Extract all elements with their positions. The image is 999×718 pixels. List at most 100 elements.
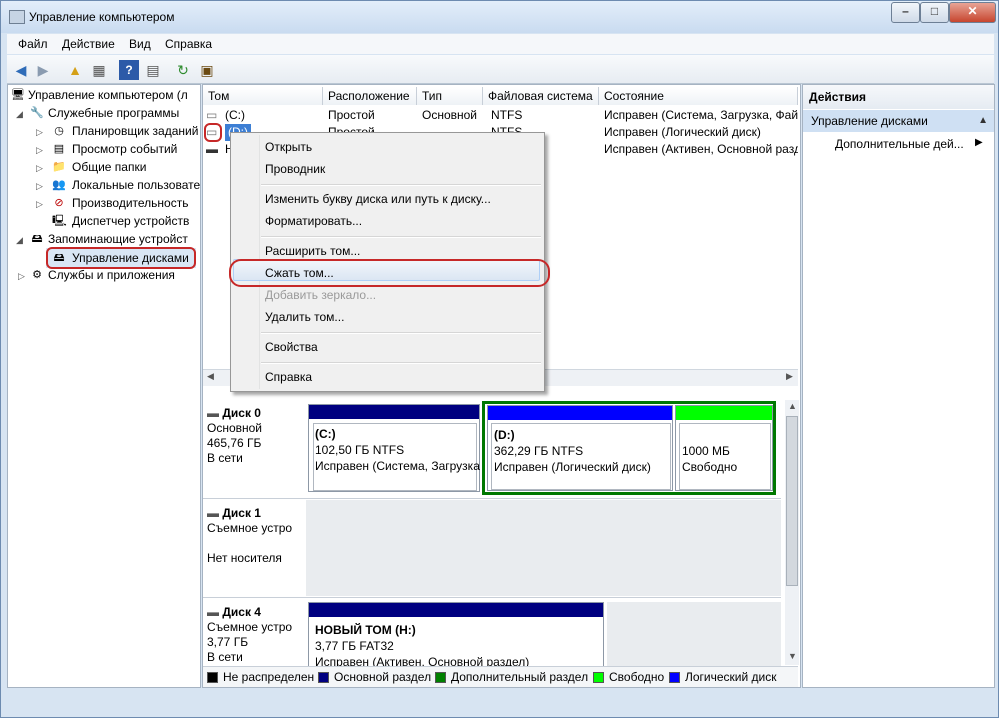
collapse-arrow-icon[interactable]: ▷: [36, 163, 43, 174]
logical-disk-bar: [488, 406, 672, 420]
partition-h[interactable]: НОВЫЙ ТОМ (H:) 3,77 ГБ FAT32 Исправен (А…: [308, 602, 604, 674]
menu-item-help[interactable]: Справка: [265, 370, 312, 384]
partition-c-status: Исправен (Система, Загрузка: [315, 459, 480, 473]
more-actions[interactable]: Дополнительные дей... ▶: [835, 137, 983, 151]
partition-d-name: (D:): [494, 428, 515, 442]
column-header-type[interactable]: Тип: [417, 87, 483, 105]
expand-arrow-icon[interactable]: ◢: [16, 109, 23, 120]
title-bar: Управление компьютером – □ ✕: [1, 1, 998, 33]
disk-0-label[interactable]: ▬ Диск 0 Основной 465,76 ГБ В сети: [207, 406, 302, 466]
users-icon: 👥: [52, 179, 66, 191]
legend-primary: Основной раздел: [318, 670, 431, 684]
disk-4-label[interactable]: ▬ Диск 4 Съемное устро 3,77 ГБ В сети: [207, 605, 302, 665]
navigation-tree: 🖥 Управление компьютером (л ◢ 🔧 Служебны…: [7, 84, 201, 688]
free-space[interactable]: 1000 МБ Свободно: [675, 405, 773, 491]
legend-free: Свободно: [593, 670, 664, 684]
menu-item-properties[interactable]: Свойства: [265, 340, 318, 354]
tree-storage[interactable]: Запоминающие устройст: [48, 231, 188, 247]
menu-item-open[interactable]: Открыть: [265, 140, 312, 154]
tree-performance[interactable]: Производительность: [72, 195, 188, 211]
primary-partition-bar: [309, 405, 479, 419]
partition-c-size: 102,50 ГБ NTFS: [315, 443, 405, 457]
minimize-button[interactable]: –: [891, 2, 920, 23]
forward-icon[interactable]: ▶: [33, 60, 53, 80]
menu-action[interactable]: Действие: [62, 37, 115, 51]
menu-file[interactable]: Файл: [18, 37, 48, 51]
show-hide-tree-icon[interactable]: ▦: [89, 60, 109, 80]
help-icon[interactable]: ?: [119, 60, 139, 80]
collapse-arrow-icon[interactable]: ▷: [36, 181, 43, 192]
tree-system-tools[interactable]: Служебные программы: [48, 105, 179, 121]
collapse-icon[interactable]: ▲: [978, 110, 988, 132]
export-icon[interactable]: ▣: [197, 60, 217, 80]
column-header-status[interactable]: Состояние: [599, 87, 798, 105]
column-header-filesystem[interactable]: Файловая система: [483, 87, 599, 105]
partition-c[interactable]: (C:) 102,50 ГБ NTFS Исправен (Система, З…: [308, 404, 480, 492]
menu-view[interactable]: Вид: [129, 37, 151, 51]
scroll-right-icon[interactable]: ▶: [786, 371, 793, 382]
maximize-button[interactable]: □: [920, 2, 949, 23]
tree-task-scheduler[interactable]: Планировщик заданий: [72, 123, 198, 139]
disk-0-status: В сети: [207, 451, 243, 465]
legend-swatch: [593, 672, 604, 683]
menu-separator: [261, 236, 541, 238]
tree-event-viewer[interactable]: Просмотр событий: [72, 141, 177, 157]
volume-status: Исправен (Система, Загрузка, Фай...: [604, 108, 798, 122]
menu-help[interactable]: Справка: [165, 37, 212, 51]
free-space-size: 1000 МБ: [682, 444, 730, 458]
toolbar: ◀ ▶ ▲ ▦ ? ▤ ↻ ▣: [7, 55, 994, 84]
storage-icon: 🖴: [31, 233, 43, 245]
computer-management-icon: [9, 10, 25, 24]
tree-root[interactable]: Управление компьютером (л: [28, 87, 188, 103]
menu-item-change-letter[interactable]: Изменить букву диска или путь к диску...: [265, 192, 491, 206]
actions-section-label: Управление дисками: [811, 114, 928, 128]
column-header-layout[interactable]: Расположение: [323, 87, 417, 105]
scroll-up-icon[interactable]: ▲: [788, 401, 797, 411]
free-space-status: Свободно: [682, 460, 738, 474]
legend-logical: Логический диск: [669, 670, 777, 684]
collapse-arrow-icon[interactable]: ▷: [36, 145, 43, 156]
close-button[interactable]: ✕: [949, 2, 996, 23]
column-header-volume[interactable]: Том: [203, 87, 323, 105]
actions-section[interactable]: Управление дисками ▲: [803, 110, 994, 132]
menu-item-explorer[interactable]: Проводник: [265, 162, 325, 176]
tree-services-apps[interactable]: Службы и приложения: [48, 267, 175, 283]
tree-local-users[interactable]: Локальные пользовате: [72, 177, 200, 193]
scroll-down-icon[interactable]: ▼: [788, 651, 797, 661]
volume-name: (C:): [225, 108, 245, 122]
menu-item-delete[interactable]: Удалить том...: [265, 310, 344, 324]
refresh-icon[interactable]: ↻: [173, 60, 193, 80]
disk-1-empty-area: [306, 500, 781, 596]
partition-d[interactable]: (D:) 362,29 ГБ NTFS Исправен (Логический…: [487, 405, 673, 491]
up-folder-icon[interactable]: ▲: [65, 60, 85, 80]
collapse-arrow-icon[interactable]: ▷: [36, 199, 43, 210]
menu-item-format[interactable]: Форматировать...: [265, 214, 362, 228]
disk-graph-view: ▬ Диск 0 Основной 465,76 ГБ В сети (C:) …: [203, 400, 781, 674]
back-icon[interactable]: ◀: [11, 60, 31, 80]
menu-separator: [261, 362, 541, 364]
disk-icon: ▬: [207, 605, 223, 619]
menu-item-extend[interactable]: Расширить том...: [265, 244, 360, 258]
disk-1-label[interactable]: ▬ Диск 1 Съемное устро Нет носителя: [207, 506, 302, 566]
tree-device-manager[interactable]: Диспетчер устройств: [72, 213, 189, 229]
collapse-arrow-icon[interactable]: ▷: [36, 127, 43, 138]
menu-separator: [261, 184, 541, 186]
scroll-thumb[interactable]: [786, 416, 798, 586]
vertical-scrollbar[interactable]: ▲ ▼: [785, 400, 799, 665]
window-title: Управление компьютером: [29, 10, 175, 24]
scroll-left-icon[interactable]: ◀: [207, 371, 214, 382]
legend-extended: Дополнительный раздел: [435, 670, 588, 684]
volume-status: Исправен (Логический диск): [604, 125, 761, 139]
tree-shared-folders[interactable]: Общие папки: [72, 159, 146, 175]
expand-arrow-icon[interactable]: ◢: [16, 235, 23, 246]
disk-icon: ▬: [207, 506, 223, 520]
volume-row-c[interactable]: ▭ (C:) Простой Основной NTFS Исправен (С…: [203, 107, 798, 124]
partition-d-size: 362,29 ГБ NTFS: [494, 444, 584, 458]
properties-icon[interactable]: ▤: [143, 60, 163, 80]
free-space-bar: [676, 406, 772, 420]
actions-pane: Действия Управление дисками ▲ Дополнител…: [802, 84, 995, 688]
services-icon: ⚙: [32, 269, 42, 281]
disk-1-type: Съемное устро: [207, 521, 293, 535]
collapse-arrow-icon[interactable]: ▷: [18, 271, 25, 282]
legend-swatch: [207, 672, 218, 683]
